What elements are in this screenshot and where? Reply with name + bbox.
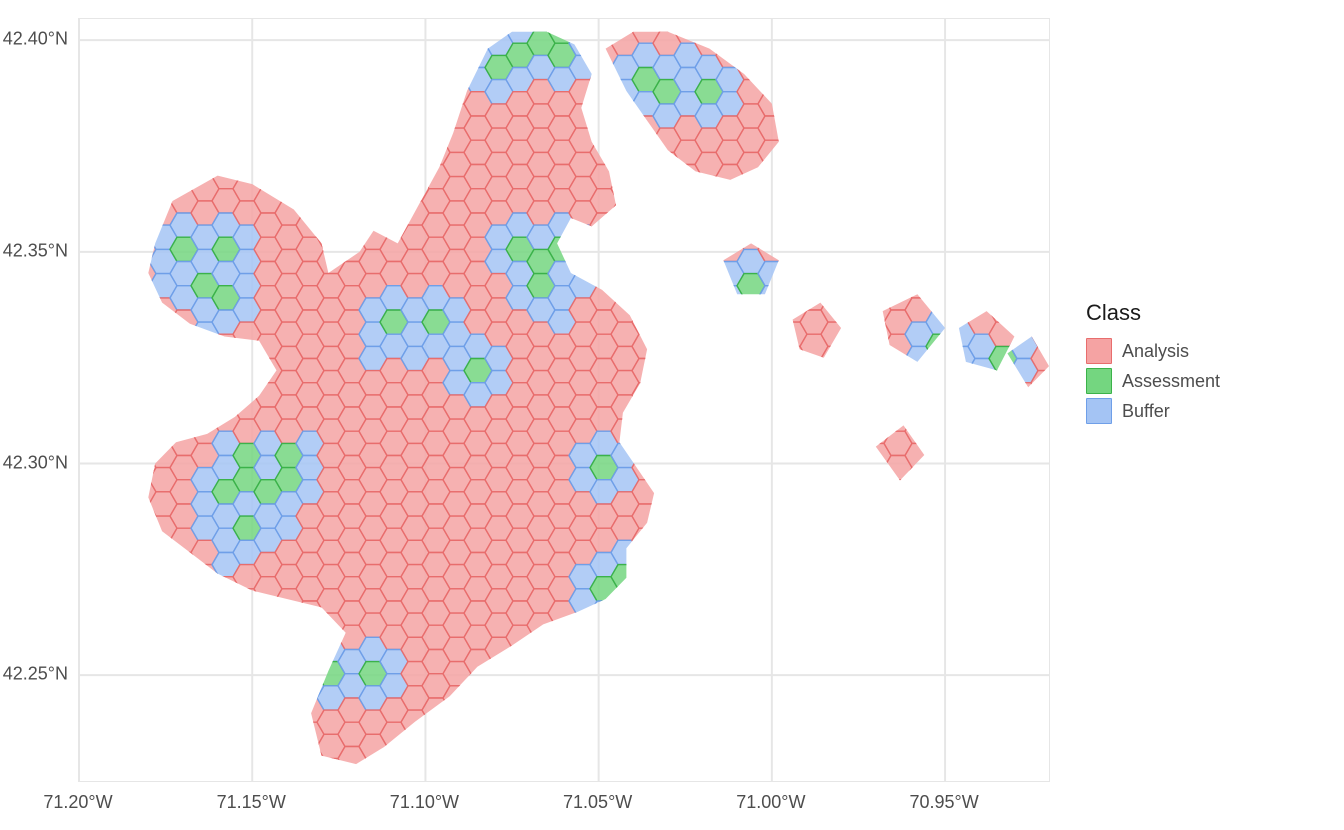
y-tick-label: 42.40°N	[3, 29, 68, 50]
legend-swatch	[1086, 368, 1112, 394]
y-tick-label: 42.30°N	[3, 452, 68, 473]
hex-layer	[79, 19, 1049, 781]
x-tick-label: 71.05°W	[563, 792, 632, 813]
legend-item: Assessment	[1086, 368, 1220, 394]
map-svg	[79, 19, 1049, 781]
legend-label: Analysis	[1122, 341, 1189, 362]
legend-item: Buffer	[1086, 398, 1220, 424]
x-tick-label: 70.95°W	[909, 792, 978, 813]
legend-label: Buffer	[1122, 401, 1170, 422]
legend: Class Analysis Assessment Buffer	[1086, 300, 1220, 428]
y-tick-label: 42.35°N	[3, 240, 68, 261]
x-tick-label: 71.15°W	[217, 792, 286, 813]
plot-panel	[78, 18, 1050, 782]
legend-swatch	[1086, 398, 1112, 424]
legend-title: Class	[1086, 300, 1220, 326]
legend-item: Analysis	[1086, 338, 1220, 364]
y-tick-label: 42.25°N	[3, 664, 68, 685]
x-tick-label: 71.20°W	[43, 792, 112, 813]
legend-items: Analysis Assessment Buffer	[1086, 338, 1220, 424]
x-tick-label: 71.00°W	[736, 792, 805, 813]
legend-swatch	[1086, 338, 1112, 364]
x-tick-label: 71.10°W	[390, 792, 459, 813]
legend-label: Assessment	[1122, 371, 1220, 392]
